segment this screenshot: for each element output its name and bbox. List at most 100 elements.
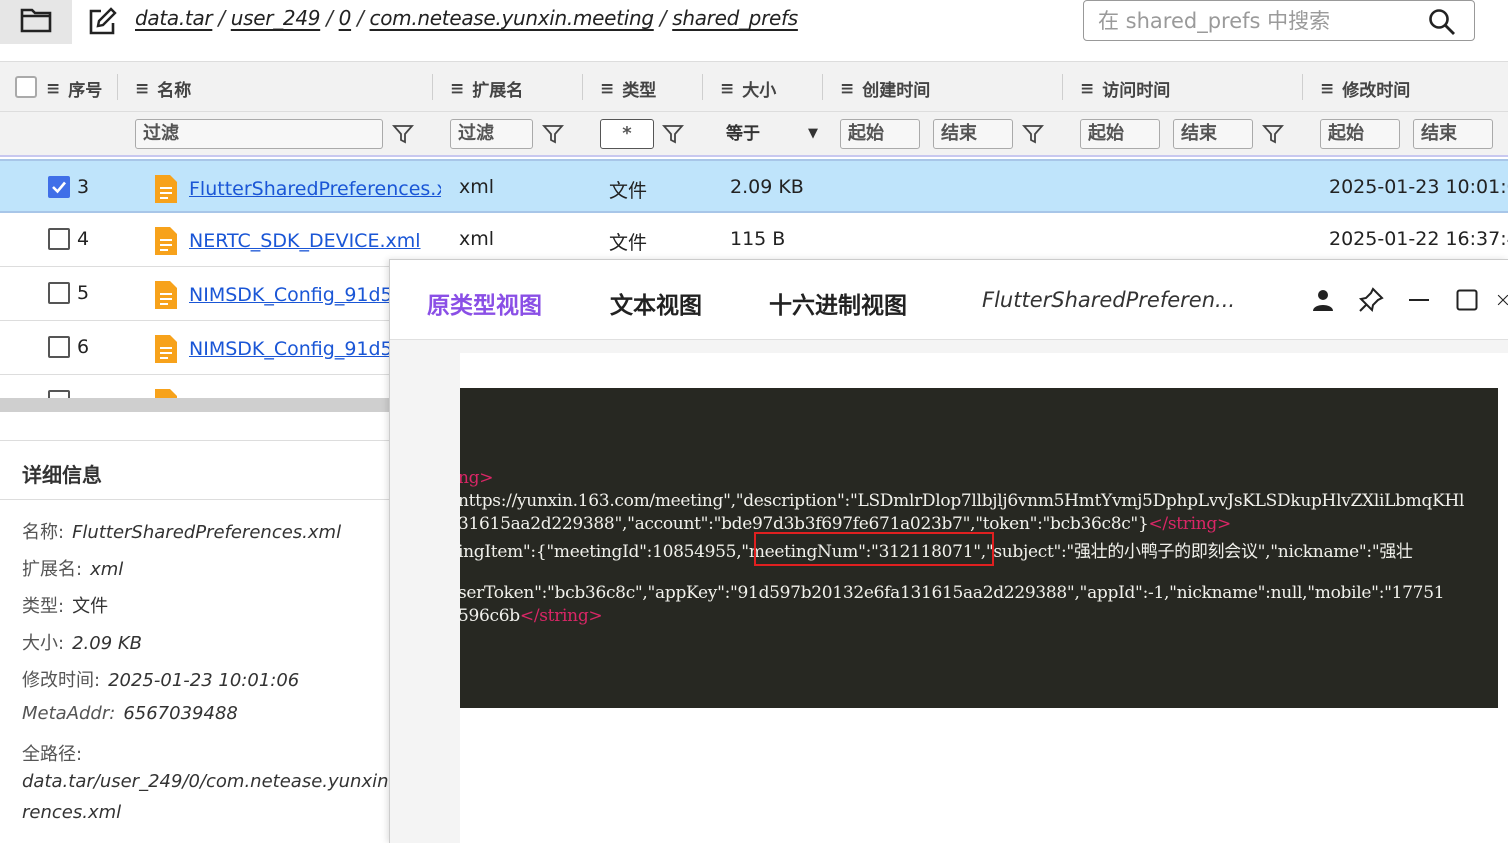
modified-end-input[interactable]: 结束 [1413,119,1493,149]
file-name-link[interactable]: NIMSDK_Config_91d5 [189,284,389,306]
select-all-checkbox[interactable] [15,76,37,98]
accessed-end-input[interactable]: 结束 [1173,119,1253,149]
breadcrumb-item[interactable]: 0 [339,6,352,30]
pin-icon[interactable] [1357,286,1385,314]
row-index: 5 [77,282,90,304]
row-ext: xml [459,176,495,198]
row-type: 文件 [609,232,648,254]
filter-icon[interactable] [542,123,564,149]
row-index: 6 [77,336,90,358]
type-filter-input[interactable]: * [600,119,654,149]
code-line: serToken":"bcb36c8c","appKey":"91d597b20… [460,583,1445,603]
row-checkbox[interactable] [48,390,70,398]
detail-size: 大小: 2.09 KB [22,633,143,654]
row-checkbox[interactable] [48,176,70,198]
row-index: 4 [77,228,90,250]
detail-type: 类型: 文件 [22,596,109,617]
row-size: 115 B [730,228,786,250]
xml-file-icon [153,333,179,365]
ext-filter-input[interactable]: 过滤 [450,119,533,149]
breadcrumb-item[interactable]: data.tar [135,6,213,30]
code-line: nttps://yunxin.163.com/meeting","descrip… [460,491,1465,511]
edit-icon[interactable] [86,6,118,38]
detail-mtime: 修改时间: 2025-01-23 10:01:06 [22,670,300,691]
search-box [1083,0,1475,41]
detail-path-label: 全路径: [22,744,83,765]
search-icon[interactable] [1428,8,1456,40]
viewer-tab-bar: 原类型视图 文本视图 十六进制视图 FlutterSharedPreferen.… [390,260,1508,340]
breadcrumb: data.tar / user_249/0/com.netease.yunxin.m… [135,6,798,30]
dropdown-arrow-icon: ▼ [808,126,818,141]
folder-icon [20,7,52,37]
table-row[interactable]: 3 FlutterSharedPreferences.xml xml 文件 2.… [0,159,1508,213]
row-checkbox[interactable] [48,336,70,358]
code-line: ng> [460,468,494,488]
created-start-input[interactable]: 起始 [840,119,920,149]
tab-text-view[interactable]: 文本视图 [610,286,702,320]
detail-name: 名称: FlutterSharedPreferences.xml [22,522,342,543]
filter-icon[interactable] [392,123,414,149]
detail-path-value: data.tar/user_249/0/com.netease.yunxin [22,771,389,792]
xml-file-icon [153,173,179,205]
column-menu-icon: ≡ [720,78,735,99]
row-size: 2.09 KB [730,176,804,198]
accessed-start-input[interactable]: 起始 [1080,119,1160,149]
created-end-input[interactable]: 结束 [933,119,1013,149]
column-header-modified[interactable]: ≡ 修改时间 [1320,76,1410,102]
row-checkbox[interactable] [48,228,70,250]
column-header-index[interactable]: ≡ 序号 [46,76,102,102]
close-icon[interactable] [1497,286,1508,314]
column-header-accessed[interactable]: ≡ 访问时间 [1080,76,1170,102]
xml-file-icon [153,225,179,257]
column-header-name[interactable]: ≡ 名称 [135,76,191,102]
minimize-icon[interactable] [1405,286,1433,314]
filter-row: 过滤 过滤 * 等于 ▼ 起始 结束 起始 结束 起始 结束 [0,112,1508,157]
column-header-created[interactable]: ≡ 创建时间 [840,76,930,102]
folder-button[interactable] [0,0,72,44]
column-header-type[interactable]: ≡ 类型 [600,76,656,102]
code-view[interactable]: ng> nttps://yunxin.163.com/meeting","des… [460,388,1498,708]
details-panel: 详细信息 名称: FlutterSharedPreferences.xml 扩展名… [0,440,390,843]
breadcrumb-item[interactable]: shared_prefs [672,6,798,30]
horizontal-scrollbar[interactable] [0,398,390,412]
name-filter-input[interactable]: 过滤 [135,119,383,149]
row-checkbox[interactable] [48,282,70,304]
size-operator-select[interactable]: 等于 ▼ [726,119,818,149]
user-icon[interactable] [1309,286,1337,314]
row-type: 文件 [609,180,648,202]
highlight-box [754,532,994,566]
file-name-link[interactable]: NIMSDK_Config_91d5 [189,338,389,360]
code-line: 596c6b</string> [460,606,603,626]
viewer-file-name: FlutterSharedPreferen... [982,288,1236,312]
detail-ext: 扩展名: xml [22,559,124,580]
tab-hex-view[interactable]: 十六进制视图 [769,286,907,320]
detail-path-value-cont: rences.xml [22,802,122,823]
column-menu-icon: ≡ [1320,78,1335,99]
viewer-content: ng> nttps://yunxin.163.com/meeting","des… [460,353,1508,843]
filter-icon[interactable] [1262,123,1284,149]
tab-native-view[interactable]: 原类型视图 [427,286,542,320]
maximize-icon[interactable] [1453,286,1481,314]
filter-icon[interactable] [662,123,684,149]
column-header-ext[interactable]: ≡ 扩展名 [450,76,523,102]
row-modified: 2025-01-23 10:01:0 [1329,176,1508,198]
top-toolbar: data.tar / user_249/0/com.netease.yunxin.m… [0,0,1508,58]
column-header-size[interactable]: ≡ 大小 [720,76,776,102]
detail-metaaddr: MetaAddr: 6567039488 [22,703,238,724]
breadcrumb-item[interactable]: com.netease.yunxin.meeting [370,6,655,30]
code-line: 31615aa2d229388","account":"bde97d3b3f69… [460,514,1231,534]
column-menu-icon: ≡ [600,78,615,99]
xml-file-icon [153,279,179,311]
modified-start-input[interactable]: 起始 [1320,119,1400,149]
row-ext: xml [459,228,495,250]
details-title: 详细信息 [22,463,102,487]
breadcrumb-item[interactable]: user_249 [231,6,321,30]
file-name-link[interactable]: FlutterSharedPreferences.xml [189,178,441,200]
filter-icon[interactable] [1022,123,1044,149]
xml-file-icon [153,387,179,398]
row-index: 3 [77,176,90,198]
search-input[interactable] [1098,7,1418,35]
column-menu-icon: ≡ [450,78,465,99]
table-header: ≡ 序号 ≡ 名称 ≡ 扩展名 ≡ 类型 ≡ 大小 ≡ 创建时间 ≡ 访问时间 ≡ 修改时间 [0,61,1508,112]
file-name-link[interactable]: NERTC_SDK_DEVICE.xml [189,230,429,252]
